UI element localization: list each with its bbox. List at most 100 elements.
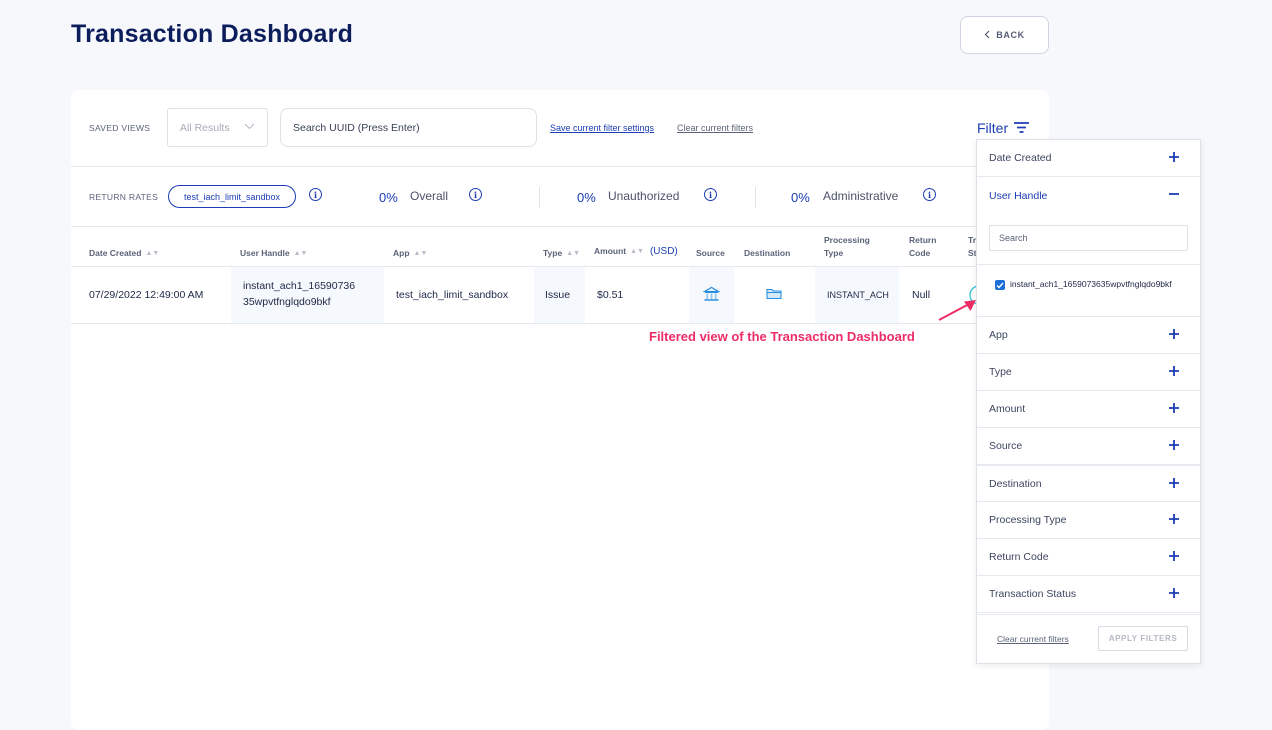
- amount-unit: (USD): [649, 246, 678, 257]
- divider: [539, 187, 540, 208]
- cell-date-created: 07/29/2022 12:49:00 AM: [89, 289, 204, 301]
- column-header-processing-type: Processing Type: [824, 234, 870, 260]
- filter-section-label: Source: [989, 440, 1023, 452]
- user-handle-checkbox-label[interactable]: instant_ach1_1659073635wpvtfnglqdo9bkf: [1010, 278, 1185, 290]
- info-icon[interactable]: i: [309, 188, 322, 201]
- column-header-label: App: [393, 248, 410, 258]
- filter-section-label: Date Created: [989, 152, 1052, 164]
- filter-section-transaction-status[interactable]: Transaction Status: [977, 576, 1200, 613]
- save-filter-settings-link[interactable]: Save current filter settings: [550, 123, 654, 133]
- overall-rate-label: Overall: [410, 189, 449, 203]
- column-header-destination: Destination: [744, 248, 791, 258]
- cell-amount: $0.51: [597, 289, 624, 301]
- divider: [71, 166, 1049, 167]
- plus-icon[interactable]: [1168, 477, 1180, 492]
- saved-views-value: All Results: [180, 121, 230, 134]
- plus-icon[interactable]: [1168, 151, 1180, 166]
- column-header-type[interactable]: Type ▲▼: [543, 247, 580, 260]
- info-icon[interactable]: i: [704, 188, 717, 201]
- divider: [977, 614, 1200, 615]
- filter-section-label: App: [989, 329, 1008, 341]
- bank-icon[interactable]: [702, 286, 721, 307]
- saved-views-label: SAVED VIEWS: [89, 123, 151, 133]
- column-header-label: Type: [824, 248, 844, 258]
- filter-section-source[interactable]: Source: [977, 428, 1200, 465]
- cell-user-handle-line: 35wpvtfnglqdo9bkf: [243, 296, 331, 308]
- sort-icon: ▲▼: [630, 248, 644, 256]
- plus-icon[interactable]: [1168, 365, 1180, 380]
- filter-section-app[interactable]: App: [977, 317, 1200, 354]
- column-header-user-handle[interactable]: User Handle ▲▼: [240, 247, 307, 260]
- plus-icon[interactable]: [1168, 587, 1180, 602]
- return-rates-app-chip[interactable]: test_iach_limit_sandbox: [168, 185, 296, 208]
- folder-icon[interactable]: [766, 287, 782, 305]
- cell-user-handle: instant_ach1_16590736 35wpvtfnglqdo9bkf: [243, 278, 355, 310]
- column-header-date-created[interactable]: Date Created ▲▼: [89, 247, 159, 260]
- filter-section-label: Destination: [989, 477, 1042, 490]
- user-handle-search-input[interactable]: [989, 225, 1188, 251]
- column-header-label: Type: [543, 248, 563, 258]
- column-header-return-code: Return Code: [909, 234, 936, 260]
- filter-section-return-code[interactable]: Return Code: [977, 539, 1200, 576]
- overall-rate-value: 0%: [379, 190, 398, 205]
- cell-user-handle-line: instant_ach1_16590736: [243, 280, 356, 292]
- divider: [71, 226, 1049, 227]
- arrow-icon: [936, 298, 980, 329]
- search-uuid-input[interactable]: [280, 108, 537, 147]
- back-button[interactable]: BACK: [960, 16, 1049, 54]
- filter-section-processing-type[interactable]: Processing Type: [977, 502, 1200, 539]
- saved-views-select[interactable]: All Results: [167, 108, 268, 147]
- clear-filters-link[interactable]: Clear current filters: [677, 123, 753, 133]
- column-header-label: Return: [909, 235, 937, 245]
- column-header-label: User Handle: [240, 248, 290, 258]
- info-icon[interactable]: i: [469, 188, 482, 201]
- unauthorized-rate-label: Unauthorized: [608, 189, 680, 203]
- filter-section-amount[interactable]: Amount: [977, 391, 1200, 428]
- unauthorized-rate-value: 0%: [577, 190, 596, 205]
- filter-icon: [1014, 120, 1030, 136]
- column-header-label: Amount: [594, 246, 627, 256]
- plus-icon[interactable]: [1168, 513, 1180, 528]
- plus-icon[interactable]: [1168, 439, 1180, 454]
- column-header-label: Code: [909, 248, 931, 258]
- annotation-callout: Filtered view of the Transaction Dashboa…: [649, 329, 915, 344]
- filter-section-label: User Handle: [989, 189, 1048, 202]
- cell-type: Issue: [545, 289, 571, 301]
- return-rates-label: RETURN RATES: [89, 192, 159, 202]
- plus-icon[interactable]: [1168, 402, 1180, 417]
- filter-section-date-created[interactable]: Date Created: [977, 140, 1200, 177]
- chevron-down-icon: [244, 121, 255, 133]
- column-header-app[interactable]: App ▲▼: [393, 247, 427, 260]
- filter-section-label: Transaction Status: [989, 588, 1077, 600]
- filter-section-user-handle[interactable]: User Handle: [977, 177, 1200, 214]
- plus-icon[interactable]: [1168, 550, 1180, 565]
- filter-section-label: Processing Type: [989, 514, 1067, 526]
- column-header-source: Source: [696, 248, 725, 258]
- apply-filters-button[interactable]: APPLY FILTERS: [1098, 626, 1188, 651]
- back-button-label: BACK: [996, 30, 1025, 40]
- divider: [977, 264, 1200, 265]
- sort-icon: ▲▼: [293, 250, 308, 258]
- sort-icon: ▲▼: [413, 250, 428, 258]
- cell-return-code: Null: [912, 289, 931, 301]
- user-handle-checkbox[interactable]: [995, 280, 1005, 290]
- filter-section-type[interactable]: Type: [977, 354, 1200, 391]
- divider: [755, 187, 756, 208]
- column-header-label: Date Created: [89, 248, 142, 258]
- chevron-left-icon: [984, 30, 990, 41]
- column-header-amount[interactable]: Amount ▲▼ (USD): [594, 245, 678, 258]
- filter-toggle[interactable]: Filter: [977, 120, 1030, 136]
- page-title: Transaction Dashboard: [71, 20, 354, 48]
- plus-icon[interactable]: [1168, 328, 1180, 343]
- administrative-rate-value: 0%: [791, 190, 810, 205]
- sort-icon: ▲▼: [145, 250, 160, 258]
- filter-section-label: Type: [989, 366, 1012, 378]
- filter-label: Filter: [977, 120, 1009, 136]
- column-header-label: Processing: [824, 235, 870, 245]
- table-row[interactable]: 07/29/2022 12:49:00 AM instant_ach1_1659…: [71, 267, 1049, 323]
- filter-section-destination[interactable]: Destination: [977, 465, 1200, 502]
- cell-app: test_iach_limit_sandbox: [396, 289, 509, 301]
- info-icon[interactable]: i: [923, 188, 936, 201]
- panel-clear-filters-link[interactable]: Clear current filters: [997, 634, 1069, 644]
- minus-icon[interactable]: [1168, 188, 1180, 203]
